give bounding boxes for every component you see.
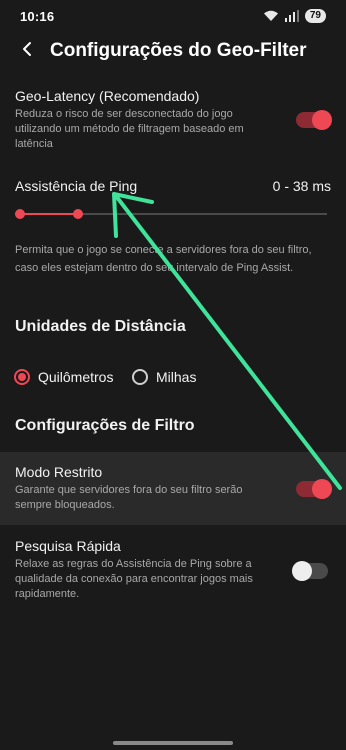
quick-search-row[interactable]: Pesquisa Rápida Relaxe as regras do Assi… (0, 538, 346, 608)
miles-label: Milhas (156, 369, 197, 385)
geo-latency-row[interactable]: Geo-Latency (Recomendado) Reduza o risco… (0, 88, 346, 158)
quick-search-description: Relaxe as regras do Assistência de Ping … (15, 558, 253, 600)
slider-min-handle[interactable] (15, 209, 25, 219)
slider-max-handle[interactable] (73, 209, 83, 219)
unit-option-miles[interactable]: Milhas (132, 369, 196, 385)
unit-option-km[interactable]: Quilômetros (14, 369, 113, 385)
toggle-knob (312, 110, 332, 130)
km-label: Quilômetros (38, 369, 114, 385)
quick-search-title: Pesquisa Rápida (15, 538, 121, 554)
ping-assist-title: Assistência de Ping (15, 178, 138, 194)
status-icons: 79 (263, 9, 326, 23)
wifi-icon (263, 10, 279, 22)
back-button[interactable] (10, 34, 44, 68)
back-arrow-icon (21, 41, 33, 62)
signal-icon (284, 10, 299, 22)
quick-search-toggle[interactable] (292, 561, 328, 581)
status-bar: 10:16 79 (0, 0, 346, 32)
miles-radio[interactable] (132, 369, 148, 385)
restricted-mode-toggle[interactable] (296, 479, 332, 499)
distance-units-title: Unidades de Distância (15, 318, 186, 335)
ping-assist-row: Assistência de Ping 0 - 38 ms (0, 178, 346, 200)
geo-latency-description: Reduza o risco de ser desconectado do jo… (15, 108, 244, 150)
slider-active-track (20, 213, 78, 215)
geo-latency-title: Geo-Latency (Recomendado) (15, 88, 200, 104)
status-time: 10:16 (20, 8, 55, 24)
battery-icon: 79 (304, 9, 326, 23)
restricted-mode-description: Garante que servidores fora do seu filtr… (15, 484, 243, 511)
filter-settings-title: Configurações de Filtro (15, 417, 195, 434)
restricted-mode-title: Modo Restrito (15, 464, 103, 480)
restricted-mode-row[interactable]: Modo Restrito Garante que servidores for… (0, 452, 346, 525)
toggle-knob (312, 479, 332, 499)
geo-latency-toggle[interactable] (296, 110, 332, 130)
app-bar: Configurações do Geo-Filter (0, 32, 346, 70)
ping-assist-slider[interactable] (15, 206, 327, 222)
home-indicator[interactable] (113, 741, 233, 745)
page-title: Configurações do Geo-Filter (50, 40, 307, 61)
toggle-knob (292, 561, 312, 581)
ping-assist-range: 0 - 38 ms (272, 178, 331, 194)
km-radio[interactable] (14, 369, 30, 385)
ping-assist-description: Permita que o jogo se conecte a servidor… (15, 244, 312, 274)
